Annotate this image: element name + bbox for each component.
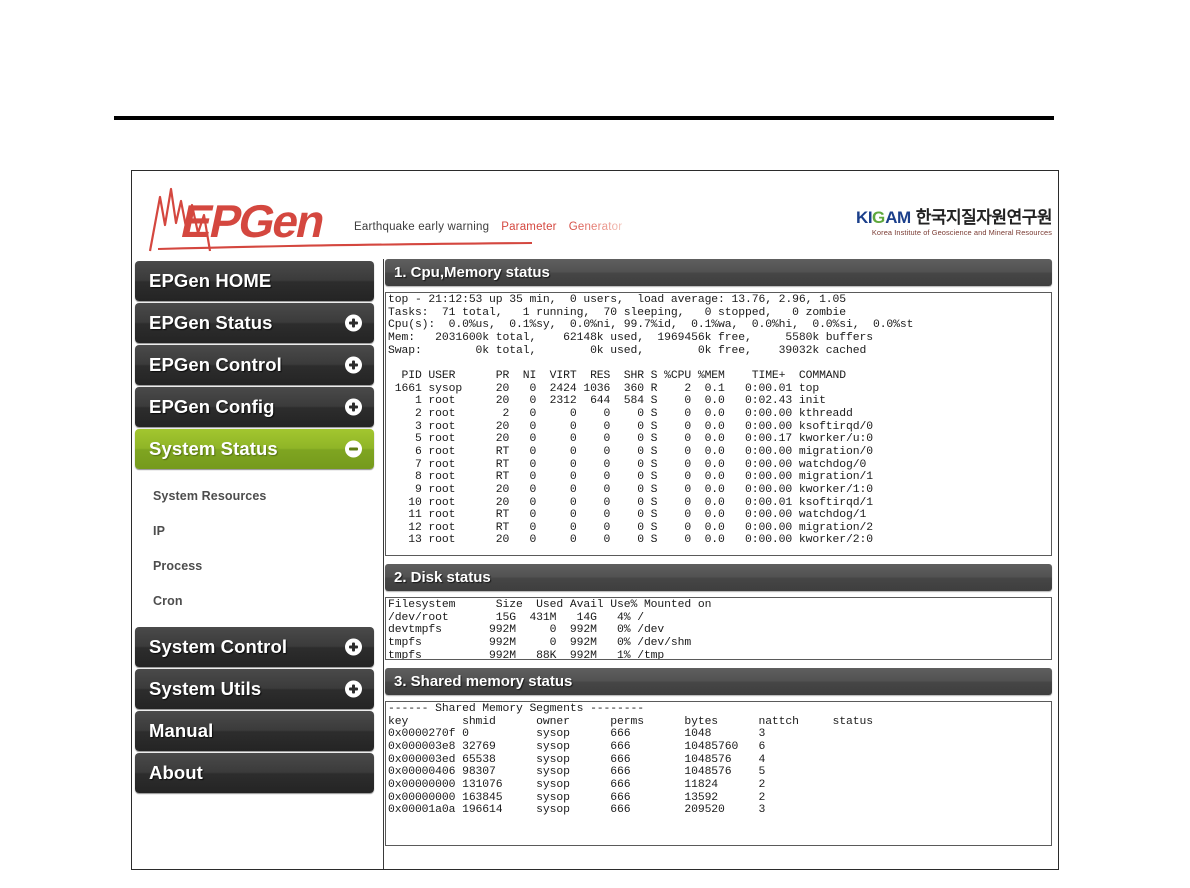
- kigam-subtitle: Korea Institute of Geoscience and Minera…: [871, 227, 1052, 237]
- sidebar-item-label: System Status: [149, 438, 278, 459]
- cpu-memory-output-text: top - 21:12:53 up 35 min, 0 users, load …: [388, 294, 914, 547]
- sidebar-submenu-system-status: System Resources IP Process Cron: [135, 471, 383, 627]
- plus-icon[interactable]: [345, 314, 362, 332]
- sidebar-item-epgen-status[interactable]: EPGen Status: [135, 303, 374, 343]
- sidebar-item-label: System Control: [149, 636, 288, 657]
- epgen-logo[interactable]: EPGen: [140, 175, 540, 255]
- plus-icon[interactable]: [345, 680, 362, 698]
- sidebar-item-system-utils[interactable]: System Utils: [135, 669, 374, 709]
- svg-text:EPGen: EPGen: [177, 195, 329, 246]
- main-content: 1. Cpu,Memory status top - 21:12:53 up 3…: [384, 259, 1058, 869]
- application-frame: EPGen Earthquake early warning Parameter G…: [131, 170, 1059, 870]
- nav-primary-list: EPGen HOME EPGen Status EPGen Control EP…: [132, 259, 383, 793]
- tagline-main: Earthquake early warning: [354, 221, 490, 233]
- disk-status-output-text: Filesystem Size Used Avail Use% Mounted …: [388, 599, 712, 660]
- kigam-wordmark: KIGAM 한국지질자원연구원: [856, 209, 1052, 227]
- sidebar-item-label: Manual: [149, 720, 214, 741]
- sidebar-item-system-status[interactable]: System Status: [135, 429, 374, 469]
- sidebar-item-label: EPGen Config: [149, 396, 275, 417]
- page-body: EPGen HOME EPGen Status EPGen Control EP…: [132, 259, 1058, 869]
- sidebar-item-about[interactable]: About: [135, 753, 374, 793]
- shared-memory-output-pane[interactable]: ------ Shared Memory Segments -------- k…: [385, 701, 1052, 846]
- plus-icon[interactable]: [345, 356, 362, 374]
- section-header-disk: 2. Disk status: [385, 564, 1052, 591]
- tagline-parameter: Parameter: [501, 221, 557, 233]
- tagline-generator: Generator: [568, 221, 623, 233]
- section-title: 2. Disk status: [394, 569, 491, 586]
- brand-tagline: Earthquake early warning Parameter Generat…: [354, 221, 622, 233]
- plus-icon[interactable]: [345, 398, 362, 416]
- sidebar-subitem-ip[interactable]: IP: [153, 514, 383, 549]
- kigam-logo: KIGAM 한국지질자원연구원 Korea Institute of Geosci…: [856, 209, 1052, 237]
- section-header-shared-memory: 3. Shared memory status: [385, 668, 1052, 695]
- section-title: 3. Shared memory status: [394, 673, 573, 690]
- cpu-memory-output-pane[interactable]: top - 21:12:53 up 35 min, 0 users, load …: [385, 292, 1052, 556]
- sidebar-item-label: About: [149, 762, 203, 783]
- kigam-g: G: [872, 208, 886, 227]
- sidebar-item-label: EPGen HOME: [149, 270, 272, 291]
- section-header-cpu-memory: 1. Cpu,Memory status: [385, 259, 1052, 286]
- plus-icon[interactable]: [345, 638, 362, 656]
- sidebar-item-epgen-control[interactable]: EPGen Control: [135, 345, 374, 385]
- masthead: EPGen Earthquake early warning Parameter G…: [132, 171, 1058, 259]
- disk-status-output-pane[interactable]: Filesystem Size Used Avail Use% Mounted …: [385, 597, 1052, 660]
- sidebar-subitem-system-resources[interactable]: System Resources: [153, 479, 383, 514]
- sidebar-item-label: EPGen Control: [149, 354, 282, 375]
- minus-icon[interactable]: [345, 440, 362, 458]
- sidebar-item-system-control[interactable]: System Control: [135, 627, 374, 667]
- sidebar-subitem-process[interactable]: Process: [153, 549, 383, 584]
- sidebar-subitem-cron[interactable]: Cron: [153, 584, 383, 619]
- sidebar-item-label: System Utils: [149, 678, 262, 699]
- sidebar-item-epgen-home[interactable]: EPGen HOME: [135, 261, 374, 301]
- page-top-rule: [114, 116, 1054, 120]
- kigam-ki: KI: [856, 208, 873, 227]
- section-title: 1. Cpu,Memory status: [394, 264, 550, 281]
- kigam-am: AM: [885, 208, 911, 227]
- kigam-korean-name: 한국지질자원연구원: [915, 208, 1053, 227]
- sidebar-item-manual[interactable]: Manual: [135, 711, 374, 751]
- sidebar-item-label: EPGen Status: [149, 312, 273, 333]
- shared-memory-output-text: ------ Shared Memory Segments -------- k…: [388, 703, 873, 817]
- sidebar-item-epgen-config[interactable]: EPGen Config: [135, 387, 374, 427]
- sidebar-nav: EPGen HOME EPGen Status EPGen Control EP…: [132, 259, 384, 869]
